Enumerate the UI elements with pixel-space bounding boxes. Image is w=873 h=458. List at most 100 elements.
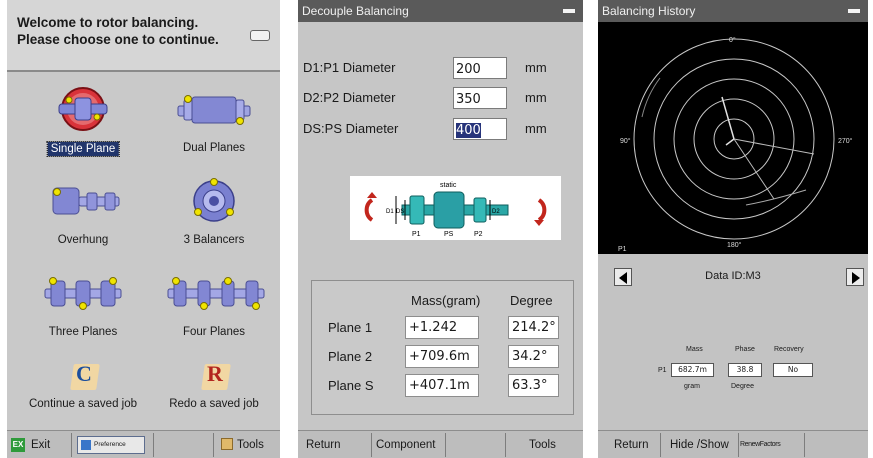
- diagram-p1: P1: [412, 231, 421, 238]
- tools-button[interactable]: Tools: [529, 431, 556, 458]
- mass-header: Mass: [686, 346, 703, 353]
- continue-saved-job-option[interactable]: C Continue a saved job: [23, 354, 143, 434]
- field-unit: mm: [525, 60, 547, 75]
- plane-s-degree: 63.3°: [508, 374, 559, 397]
- exit-icon: EX: [11, 438, 25, 452]
- mass-column-header: Mass(gram): [411, 293, 481, 308]
- field-unit: mm: [525, 90, 547, 105]
- bottom-toolbar: Return Component Tools: [298, 430, 583, 458]
- redo-saved-job-option[interactable]: R Redo a saved job: [154, 354, 274, 434]
- plane-1-mass: +1.242: [405, 316, 479, 339]
- polar-label-top: 0°: [729, 36, 736, 44]
- exit-button[interactable]: EX Exit: [7, 431, 69, 458]
- exit-label: Exit: [31, 439, 51, 451]
- minimize-button[interactable]: [250, 30, 270, 41]
- diagram-d2: D2: [492, 209, 500, 215]
- welcome-header: Welcome to rotor balancing. Please choos…: [7, 0, 280, 72]
- results-table: Mass(gram) Degree Plane 1 +1.242 214.2° …: [311, 280, 574, 415]
- mode-selection-screen: Welcome to rotor balancing. Please choos…: [7, 0, 280, 458]
- decouple-balancing-screen: Decouple Balancing D1:P1 Diameter 200 mm…: [298, 0, 583, 458]
- three-planes-label: Three Planes: [48, 326, 118, 338]
- polar-plane-label: P1: [618, 246, 627, 253]
- polar-label-bottom: 180°: [727, 241, 742, 249]
- field-label: D1:P1 Diameter: [303, 60, 396, 75]
- preference-icon: [81, 440, 91, 450]
- three-planes-option[interactable]: Three Planes: [23, 268, 143, 348]
- redo-job-letter: R: [207, 361, 223, 386]
- redo-job-icon: R: [197, 354, 231, 394]
- diagram-static: static: [440, 182, 457, 189]
- welcome-line-2: Please choose one to continue.: [17, 32, 219, 47]
- tools-label: Tools: [237, 439, 264, 451]
- plane-s-mass: +407.1m: [405, 374, 479, 397]
- screen-title: Balancing History: [602, 4, 696, 18]
- continue-job-icon: C: [66, 354, 100, 394]
- polar-label-right: 270°: [838, 137, 853, 145]
- dual-planes-label: Dual Planes: [182, 142, 245, 154]
- overhung-option[interactable]: Overhung: [23, 176, 143, 256]
- phase-header: Phase: [735, 346, 755, 353]
- hide-show-button[interactable]: Hide /Show: [670, 431, 729, 458]
- single-plane-option[interactable]: Single Plane: [23, 84, 143, 164]
- return-button[interactable]: Return: [306, 431, 341, 458]
- balancing-history-screen: Balancing History 0° 90° 270° 180° P1 Da…: [598, 0, 868, 458]
- polar-label-left: 90°: [620, 137, 631, 145]
- overhung-label: Overhung: [57, 234, 109, 246]
- plane-1-label: Plane 1: [328, 320, 373, 335]
- renew-factors-button[interactable]: RenewFactors: [740, 431, 781, 458]
- four-planes-label: Four Planes: [182, 326, 245, 338]
- history-recovery-value: No: [773, 363, 813, 377]
- minimize-button[interactable]: [563, 9, 575, 13]
- three-balancers-option[interactable]: 3 Balancers: [154, 176, 274, 256]
- dual-planes-icon: [154, 84, 274, 134]
- diagram-ds: DS: [396, 209, 404, 215]
- four-planes-icon: [154, 268, 274, 318]
- history-mass-value: 682.7m: [671, 363, 714, 377]
- tools-icon: [221, 438, 233, 450]
- polar-plot: 0° 90° 270° 180° P1: [598, 22, 868, 254]
- plane-s-label: Plane S: [328, 378, 374, 393]
- welcome-line-1: Welcome to rotor balancing.: [17, 15, 199, 30]
- data-id-label: Data ID:M3: [705, 270, 761, 282]
- preference-button[interactable]: Preference: [77, 436, 145, 454]
- overhung-icon: [23, 176, 143, 226]
- field-label: D2:P2 Diameter: [303, 90, 396, 105]
- rotor-diagram: static D1 DS D2 P1 PS P2: [350, 176, 561, 240]
- plane-row-label: P1: [658, 367, 667, 374]
- minimize-button[interactable]: [848, 9, 860, 13]
- three-balancers-label: 3 Balancers: [183, 234, 245, 246]
- plane-2-mass: +709.6m: [405, 345, 479, 368]
- component-button[interactable]: Component: [376, 431, 435, 458]
- plane-2-label: Plane 2: [328, 349, 373, 364]
- field-unit: mm: [525, 121, 547, 136]
- d1-diameter-input[interactable]: 200: [453, 57, 507, 79]
- field-label: DS:PS Diameter: [303, 121, 399, 136]
- preference-label: Preference: [94, 441, 126, 448]
- bottom-toolbar: Return Hide /Show RenewFactors: [598, 430, 868, 458]
- plane-2-degree: 34.2°: [508, 345, 559, 368]
- dual-planes-option[interactable]: Dual Planes: [154, 84, 274, 164]
- three-planes-icon: [23, 268, 143, 318]
- continue-job-letter: C: [76, 361, 92, 386]
- selected-text: 400: [456, 123, 481, 138]
- diagram-p2: P2: [474, 231, 483, 238]
- history-phase-value: 38.8: [728, 363, 762, 377]
- plane-1-degree: 214.2°: [508, 316, 559, 339]
- diagram-d1: D1: [386, 209, 394, 215]
- screen-title: Decouple Balancing: [302, 4, 409, 18]
- single-plane-label: Single Plane: [46, 141, 120, 157]
- bottom-toolbar: EX Exit Preference Tools: [7, 430, 280, 458]
- redo-saved-job-label: Redo a saved job: [169, 398, 259, 410]
- title-bar: Balancing History: [598, 0, 868, 22]
- next-record-button[interactable]: [846, 268, 864, 286]
- three-balancers-icon: [154, 176, 274, 226]
- four-planes-option[interactable]: Four Planes: [154, 268, 274, 348]
- ds-diameter-input[interactable]: 400: [453, 118, 507, 140]
- degree-column-header: Degree: [510, 293, 553, 308]
- return-button[interactable]: Return: [614, 431, 649, 458]
- record-navigation: Data ID:M3: [598, 262, 868, 292]
- title-bar: Decouple Balancing: [298, 0, 583, 22]
- d2-diameter-input[interactable]: 350: [453, 87, 507, 109]
- continue-saved-job-label: Continue a saved job: [28, 398, 138, 410]
- tools-button[interactable]: Tools: [221, 431, 279, 458]
